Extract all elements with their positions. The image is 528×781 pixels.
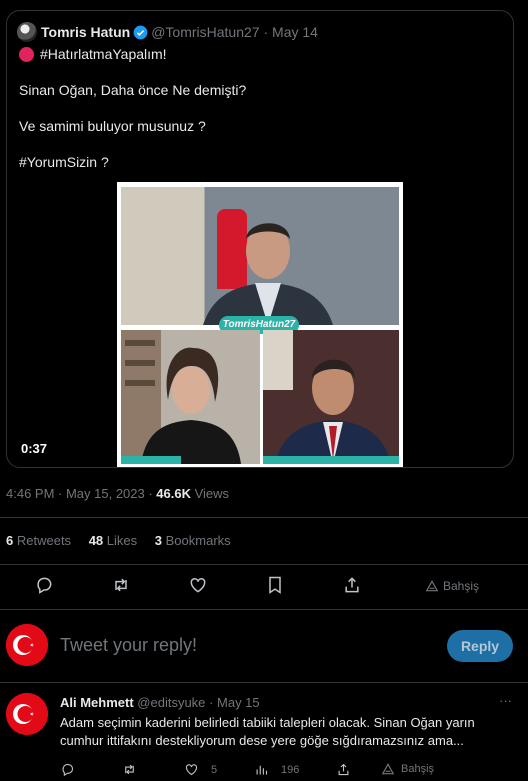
retweets-stat[interactable]: 6 Retweets (6, 533, 71, 548)
turkish-flag-icon (6, 693, 48, 735)
retweet-icon (125, 764, 134, 775)
video-duration: 0:37 (21, 441, 48, 456)
like-icon (185, 764, 198, 776)
quoted-author-handle[interactable]: @TomrisHatun27 (151, 24, 259, 40)
current-user-avatar[interactable] (6, 624, 48, 666)
quoted-tweet-header: Tomris Hatun @TomrisHatun27 · May 14 (17, 22, 318, 42)
divider (0, 682, 528, 683)
divider (0, 517, 528, 518)
hashtag-link[interactable]: #YorumSizin ? (19, 153, 246, 171)
views-label: Views (191, 486, 230, 501)
reply-tip-button[interactable]: Bahşiş (381, 762, 434, 776)
likes-stat[interactable]: 48 Likes (89, 533, 137, 548)
reply-tip-label: Bahşiş (401, 763, 435, 775)
tweet-stats: 6 Retweets 48 Likes 3 Bookmarks (6, 533, 245, 548)
views-chart-icon (256, 765, 268, 775)
tip-icon (381, 763, 395, 775)
reply-tweet-action-bar: 5 196 Bahşiş (0, 762, 528, 780)
reply-like-button[interactable]: 5 (184, 762, 217, 777)
bookmark-icon[interactable] (265, 575, 285, 595)
video-person-figure (203, 223, 333, 325)
reply-author-avatar[interactable] (6, 693, 48, 735)
tip-icon (425, 580, 439, 592)
hashtag-line: #HatırlatmaYapalım! (19, 45, 246, 63)
reply-tweet-header: Ali Mehmett @editsyuke · May 15 (60, 695, 260, 710)
verified-badge-icon (133, 25, 148, 39)
quoted-tweet-date[interactable]: May 14 (272, 24, 318, 40)
reply-input[interactable]: Tweet your reply! (60, 635, 197, 656)
reply-text-line: Adam seçimin kaderini belirledi tabiiki … (60, 715, 475, 730)
turkish-flag-icon (6, 624, 48, 666)
hashtag-link[interactable]: #HatırlatmaYapalım! (40, 46, 167, 62)
video-frame-bottom-right (263, 330, 399, 464)
tweet-action-bar: Bahşiş (0, 575, 528, 597)
red-circle-emoji-icon (19, 47, 34, 62)
quoted-text-line: Sinan Oğan, Daha önce Ne demişti? (19, 82, 247, 98)
tweet-timestamp[interactable]: 4:46 PM · May 15, 2023 · (6, 486, 156, 501)
reply-retweet-button[interactable] (122, 762, 141, 777)
tip-button[interactable]: Bahşiş (425, 579, 479, 593)
reply-tweet-date[interactable]: May 15 (217, 695, 260, 710)
quoted-tweet-text: #HatırlatmaYapalım! Sinan Oğan, Daha önc… (19, 45, 246, 171)
reply-separator: · (209, 695, 214, 710)
quoted-separator: · (259, 24, 273, 40)
video-player[interactable]: TomrisHatun27 (117, 182, 403, 467)
video-frame-bottom-left (121, 330, 260, 464)
reply-share-button[interactable] (336, 762, 355, 777)
quoted-tweet-card[interactable]: Tomris Hatun @TomrisHatun27 · May 14 #Ha… (6, 10, 514, 468)
quoted-author-avatar[interactable] (17, 22, 37, 42)
share-icon (338, 763, 349, 776)
divider (0, 609, 528, 610)
reply-reply-button[interactable] (60, 762, 79, 777)
quoted-author-name[interactable]: Tomris Hatun (41, 24, 130, 40)
reply-icon[interactable] (34, 575, 54, 595)
bookmarks-stat[interactable]: 3 Bookmarks (155, 533, 231, 548)
reply-tweet-text: Adam seçimin kaderini belirledi tabiiki … (60, 714, 520, 750)
reply-like-count: 5 (211, 763, 218, 776)
video-frame-top (121, 187, 399, 325)
like-icon[interactable] (188, 575, 208, 595)
more-options-icon[interactable]: ··· (499, 693, 512, 708)
views-count: 46.6K (156, 486, 191, 501)
quoted-text-line: Ve samimi buluyor musunuz ? (19, 118, 206, 134)
share-icon[interactable] (342, 575, 362, 595)
tip-label: Bahşiş (443, 579, 480, 593)
reply-view-count: 196 (281, 763, 300, 776)
divider (0, 564, 528, 565)
reply-text-line: cumhur ittifakını destekliyorum dese yer… (60, 733, 464, 748)
reply-author-handle[interactable]: @editsyuke (137, 695, 205, 710)
reply-button[interactable]: Reply (447, 630, 513, 662)
retweet-icon[interactable] (111, 575, 131, 595)
reply-tweet[interactable]: Ali Mehmett @editsyuke · May 15 ··· Adam… (0, 690, 528, 781)
reply-icon (62, 763, 74, 777)
reply-composer: Tweet your reply! Reply (0, 620, 528, 672)
reply-views-button[interactable]: 196 (254, 762, 299, 777)
tweet-meta: 4:46 PM · May 15, 2023 · 46.6K Views (6, 486, 229, 501)
reply-author-name[interactable]: Ali Mehmett (60, 695, 134, 710)
